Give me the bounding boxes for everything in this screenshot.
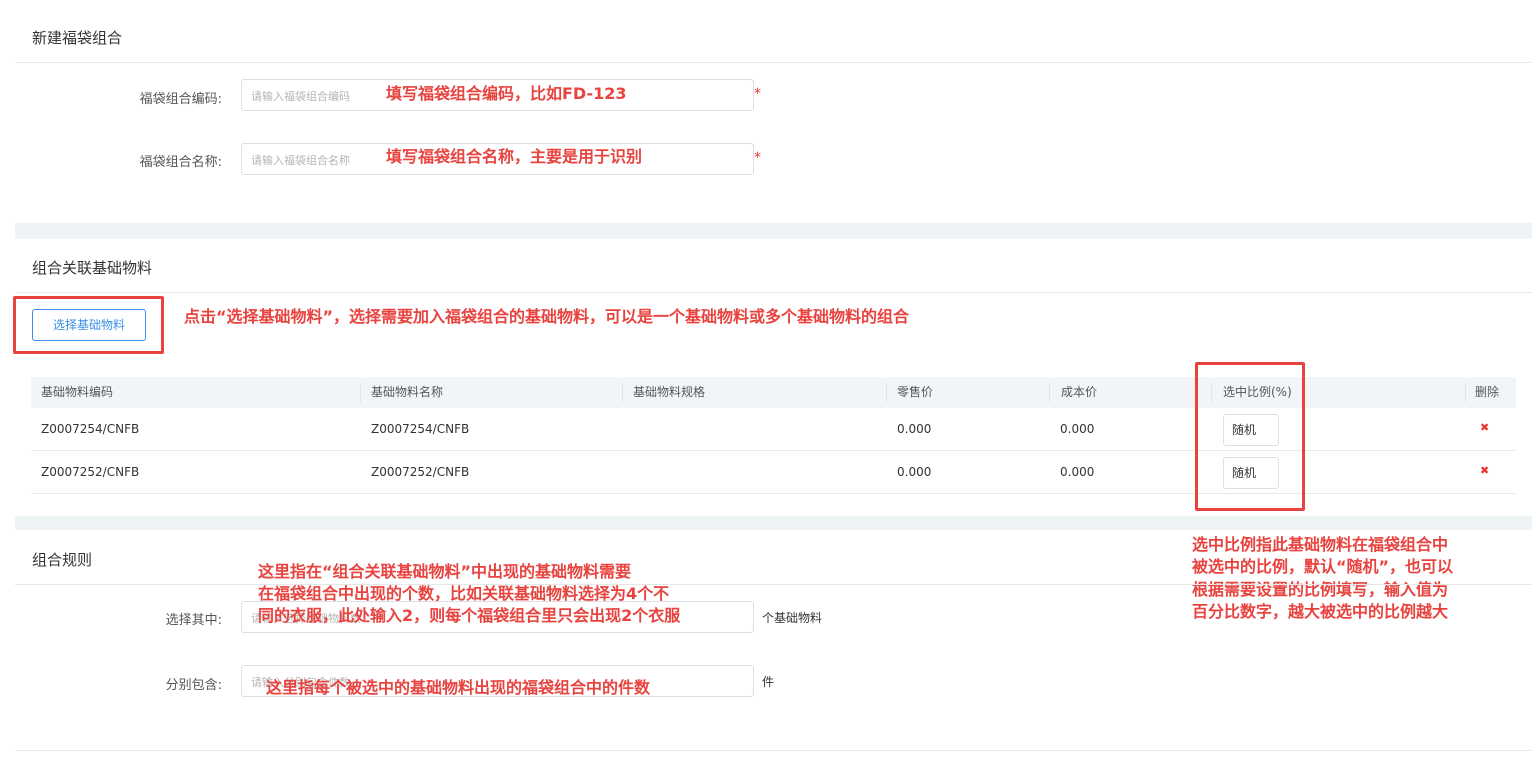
combo-code-label: 福袋组合编码:: [139, 92, 222, 107]
close-icon[interactable]: ✖: [1480, 421, 1489, 434]
section-title-rules: 组合规则: [32, 551, 93, 569]
header-cost-price: 成本价: [1061, 385, 1098, 399]
cell-name: Z0007252/CNFB: [371, 465, 470, 479]
close-icon[interactable]: ✖: [1480, 464, 1489, 477]
highlight-box-ratio-column: [1195, 362, 1305, 511]
ratio-annotation-line-1: 选中比例指此基础物料在福袋组合中: [1192, 535, 1449, 554]
divider: [15, 292, 1532, 293]
include-count-suffix: 件: [762, 675, 775, 689]
cell-spec: [623, 451, 633, 494]
header-code: 基础物料编码: [41, 385, 114, 399]
cell-cost-price: 0.000: [1060, 465, 1095, 479]
choose-count-label: 选择其中:: [165, 613, 222, 628]
select-button-annotation: 点击“选择基础物料”，选择需要加入福袋组合的基础物料，可以是一个基础物料或多个基…: [184, 307, 910, 326]
header-separator: [1049, 383, 1050, 402]
cell-retail-price: 0.000: [897, 422, 932, 436]
header-spec: 基础物料规格: [633, 385, 706, 399]
select-materials-button[interactable]: 选择基础物料: [32, 309, 146, 341]
choose-annotation-line-3: 同的衣服，此处输入2，则每个福袋组合里只会出现2个衣服: [258, 606, 681, 625]
combo-name-label: 福袋组合名称:: [139, 155, 222, 170]
ratio-annotation-line-4: 百分比数字，越大被选中的比例越大: [1192, 602, 1449, 621]
section-separator: [15, 223, 1532, 239]
cell-code: Z0007252/CNFB: [41, 465, 140, 479]
ratio-annotation-line-2: 被选中的比例，默认“随机”，也可以: [1192, 557, 1454, 576]
combo-code-annotation: 填写福袋组合编码，比如FD-123: [386, 84, 627, 103]
cell-name: Z0007254/CNFB: [371, 422, 470, 436]
choose-annotation-line-2: 在福袋组合中出现的个数，比如关联基础物料选择为4个不: [258, 584, 670, 603]
ratio-annotation-line-3: 根据需要设置的比例填写，输入值为: [1192, 580, 1449, 599]
header-name: 基础物料名称: [371, 385, 444, 399]
cell-retail-price: 0.000: [897, 465, 932, 479]
section-separator: [15, 516, 1532, 530]
divider: [15, 750, 1532, 751]
section-title-linked-materials: 组合关联基础物料: [32, 259, 153, 277]
header-retail-price: 零售价: [897, 385, 934, 399]
required-mark: *: [754, 86, 761, 102]
include-count-label: 分别包含:: [165, 678, 222, 693]
combo-name-annotation: 填写福袋组合名称，主要是用于识别: [386, 147, 643, 166]
cell-code: Z0007254/CNFB: [41, 422, 140, 436]
include-annotation: 这里指每个被选中的基础物料出现的福袋组合中的件数: [266, 678, 651, 697]
header-delete: 删除: [1475, 385, 1500, 399]
combo-name-placeholder: 请输入福袋组合名称: [251, 154, 350, 167]
divider: [15, 584, 1532, 585]
cell-cost-price: 0.000: [1060, 422, 1095, 436]
required-mark: *: [754, 150, 761, 166]
cell-spec: [623, 408, 633, 451]
divider: [15, 62, 1532, 63]
choose-count-suffix: 个基础物料: [762, 611, 823, 625]
choose-annotation-line-1: 这里指在“组合关联基础物料”中出现的基础物料需要: [258, 562, 632, 581]
section-title-new-combo: 新建福袋组合: [32, 29, 123, 47]
combo-code-placeholder: 请输入福袋组合编码: [251, 90, 350, 103]
